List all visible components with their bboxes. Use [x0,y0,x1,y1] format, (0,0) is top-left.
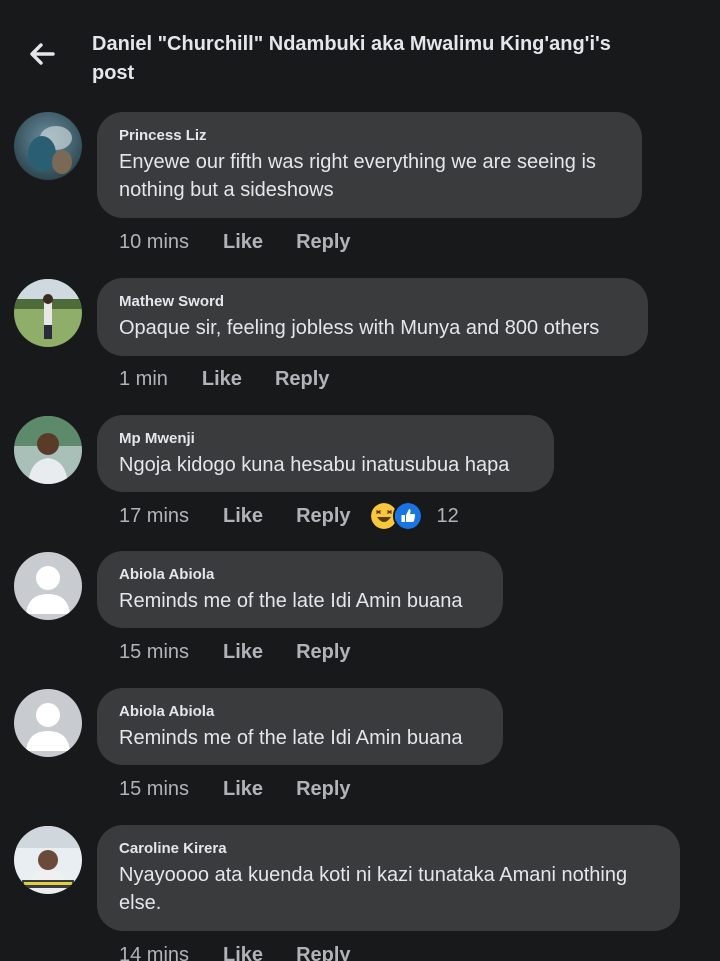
comment-text: Opaque sir, feeling jobless with Munya a… [119,317,600,339]
avatar[interactable] [14,552,82,620]
like-button[interactable]: Like [223,231,263,254]
comment-time[interactable]: 1 min [119,368,168,391]
comment-text: Nyayoooo ata kuenda koti ni kazi tunatak… [119,864,628,914]
comment-bubble: Abiola Abiola Reminds me of the late Idi… [97,688,503,765]
comment-time[interactable]: 15 mins [119,641,189,664]
arrow-left-icon [30,43,55,65]
comment-time[interactable]: 15 mins [119,778,189,801]
avatar[interactable] [14,416,82,484]
reply-button[interactable]: Reply [275,368,329,391]
avatar[interactable] [14,112,82,180]
comment-actions: 15 mins Like Reply [119,637,351,667]
comment-bubble: Princess Liz Enyewe our fifth was right … [97,112,642,218]
default-avatar-icon [14,552,82,620]
comment-actions: 14 mins Like Reply [119,940,351,961]
avatar[interactable] [14,689,82,757]
comment-bubble: Abiola Abiola Reminds me of the late Idi… [97,551,503,628]
comment-text: Reminds me of the late Idi Amin buana [119,727,463,749]
reactions-summary[interactable]: 12 [368,501,459,531]
comments-page: Daniel "Churchill" Ndambuki aka Mwalimu … [0,0,720,961]
comment-time[interactable]: 14 mins [119,944,189,961]
comment-author[interactable]: Abiola Abiola [119,565,481,584]
comment-actions: 15 mins Like Reply [119,774,351,804]
like-reaction-icon [392,501,423,531]
comment-author[interactable]: Mp Mwenji [119,429,532,448]
comment-bubble: Mathew Sword Opaque sir, feeling jobless… [97,278,648,356]
comment-text: Ngoja kidogo kuna hesabu inatusubua hapa [119,454,510,476]
comment-author[interactable]: Abiola Abiola [119,702,481,721]
comment-actions: 17 mins Like Reply 12 [119,501,459,531]
like-button[interactable]: Like [223,641,263,664]
comment-author[interactable]: Caroline Kirera [119,839,658,858]
like-button[interactable]: Like [223,944,263,961]
comment-text: Reminds me of the late Idi Amin buana [119,590,463,612]
comment-time[interactable]: 17 mins [119,505,189,528]
comment-bubble: Mp Mwenji Ngoja kidogo kuna hesabu inatu… [97,415,554,492]
comment-time[interactable]: 10 mins [119,231,189,254]
comment-bubble: Caroline Kirera Nyayoooo ata kuenda koti… [97,825,680,931]
comment-author[interactable]: Princess Liz [119,126,620,145]
comment-actions: 10 mins Like Reply [119,227,351,257]
comment-actions: 1 min Like Reply [119,364,329,394]
post-title: Daniel "Churchill" Ndambuki aka Mwalimu … [92,33,611,84]
reply-button[interactable]: Reply [296,231,350,254]
comment-author[interactable]: Mathew Sword [119,292,626,311]
back-button[interactable] [22,34,62,74]
top-bar: Daniel "Churchill" Ndambuki aka Mwalimu … [0,0,720,100]
default-avatar-icon [14,689,82,757]
comment-text: Enyewe our fifth was right everything we… [119,151,596,201]
like-button[interactable]: Like [202,368,242,391]
avatar[interactable] [14,826,82,894]
avatar[interactable] [14,279,82,347]
reaction-count: 12 [436,504,459,527]
reply-button[interactable]: Reply [296,778,350,801]
reply-button[interactable]: Reply [296,505,350,528]
reply-button[interactable]: Reply [296,944,350,961]
like-button[interactable]: Like [223,505,263,528]
reply-button[interactable]: Reply [296,641,350,664]
like-button[interactable]: Like [223,778,263,801]
